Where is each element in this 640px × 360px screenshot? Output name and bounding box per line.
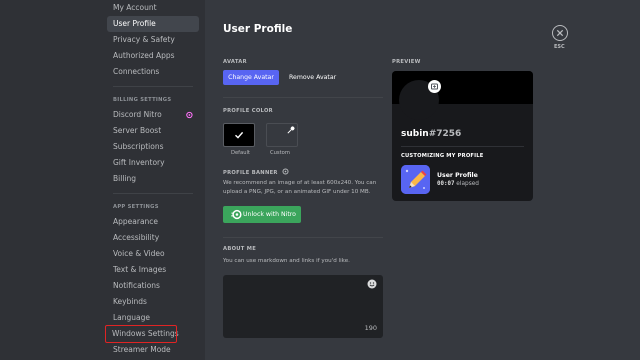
avatar-section-label: AVATAR — [223, 59, 247, 65]
sidebar-item-label: Privacy & Safety — [113, 35, 175, 44]
username: subin — [401, 129, 429, 139]
profile-banner-label-text: PROFILE BANNER — [223, 170, 278, 176]
color-swatch-default[interactable] — [223, 123, 255, 147]
sidebar-item-label: Appearance — [113, 217, 159, 226]
sidebar-item-label: User Profile — [113, 19, 156, 28]
sidebar-item-label: Streamer Mode — [113, 345, 171, 354]
sidebar-item-label: Discord Nitro — [113, 110, 162, 119]
sidebar-item-label: Authorized Apps — [113, 51, 175, 60]
custom-swatch-caption: Custom — [270, 150, 290, 156]
elapsed-label: elapsed — [456, 181, 479, 187]
sidebar-item-discord-nitro[interactable]: Discord Nitro — [107, 107, 199, 123]
user-tag: #7256 — [428, 129, 462, 139]
about-me-textarea[interactable]: 190 — [223, 275, 383, 338]
sidebar-item-authorized-apps[interactable]: Authorized Apps — [107, 48, 199, 64]
color-swatch-custom[interactable] — [266, 123, 298, 147]
sidebar-item-streamer-mode[interactable]: Streamer Mode — [107, 342, 199, 358]
profile-preview-card: subin#7256 CUSTOMIZING MY PROFILE User P… — [392, 71, 533, 201]
sidebar-item-label: Gift Inventory — [113, 158, 165, 167]
sidebar-separator — [113, 193, 193, 194]
profile-banner-description: We recommend an image of at least 600x24… — [223, 180, 377, 195]
close-button[interactable] — [552, 25, 568, 41]
sidebar-section-header: APP SETTINGS — [113, 204, 159, 210]
sidebar-item-label: Keybinds — [113, 297, 147, 306]
sidebar-item-label: Text & Images — [113, 265, 167, 274]
sidebar-item-label: Connections — [113, 67, 160, 76]
sidebar-item-my-account[interactable]: My Account — [107, 0, 199, 16]
sidebar-item-windows-settings[interactable]: Windows Settings — [105, 325, 179, 343]
sidebar-item-label: Language — [113, 313, 151, 322]
settings-nav: My Account User Profile Privacy & Safety Au… — [105, 0, 199, 360]
sidebar-item-keybinds[interactable]: Keybinds — [107, 294, 199, 310]
sidebar-item-gift-inventory[interactable]: Gift Inventory — [107, 155, 199, 171]
sidebar-item-privacy-safety[interactable]: Privacy & Safety — [107, 32, 199, 48]
profile-banner-label: PROFILE BANNER — [223, 168, 289, 176]
sidebar-item-label: Accessibility — [113, 233, 160, 242]
unlock-nitro-label: Unlock with Nitro — [243, 211, 296, 218]
activity-elapsed: 00:07 elapsed — [437, 181, 479, 187]
sidebar-separator — [113, 86, 193, 87]
sidebar-item-label: Notifications — [113, 281, 160, 290]
sidebar-item-appearance[interactable]: Appearance — [107, 214, 199, 230]
eyedropper-icon — [287, 126, 295, 134]
sidebar-item-subscriptions[interactable]: Subscriptions — [107, 139, 199, 155]
esc-label: ESC — [554, 44, 565, 50]
profile-color-label: PROFILE COLOR — [223, 108, 273, 114]
nitro-badge-icon — [282, 168, 289, 175]
settings-sidebar: My Account User Profile Privacy & Safety Au… — [0, 0, 205, 360]
nitro-icon — [231, 209, 242, 220]
page-title: User Profile — [223, 23, 293, 35]
remove-avatar-button[interactable]: Remove Avatar — [289, 70, 336, 85]
preview-label: PREVIEW — [392, 59, 421, 65]
character-counter: 190 — [364, 324, 377, 332]
close-icon — [556, 29, 564, 37]
about-me-hint: You can use markdown and links if you'd … — [223, 258, 350, 264]
sidebar-item-voice-video[interactable]: Voice & Video — [107, 246, 199, 262]
pencil-icon — [401, 165, 430, 194]
sidebar-item-label: Windows Settings — [112, 329, 179, 338]
sidebar-item-server-boost[interactable]: Server Boost — [107, 123, 199, 139]
checkmark-icon — [235, 131, 244, 139]
divider — [223, 97, 383, 98]
default-swatch-caption: Default — [231, 150, 250, 156]
change-avatar-button[interactable]: Change Avatar — [223, 70, 279, 85]
sidebar-item-billing[interactable]: Billing — [107, 171, 199, 187]
sidebar-item-label: Subscriptions — [113, 142, 164, 151]
elapsed-time: 00:07 — [437, 181, 455, 187]
divider — [223, 237, 383, 238]
sidebar-item-user-profile[interactable]: User Profile — [107, 16, 199, 32]
about-me-label: ABOUT ME — [223, 246, 257, 252]
emoji-icon[interactable] — [367, 279, 377, 289]
activity-icon — [401, 165, 430, 194]
sidebar-section-header: BILLING SETTINGS — [113, 97, 172, 103]
sidebar-item-connections[interactable]: Connections — [107, 64, 199, 80]
sidebar-item-notifications[interactable]: Notifications — [107, 278, 199, 294]
sidebar-item-text-images[interactable]: Text & Images — [107, 262, 199, 278]
customizing-heading: CUSTOMIZING MY PROFILE — [401, 153, 484, 159]
upload-image-icon[interactable] — [428, 80, 441, 93]
sidebar-item-accessibility[interactable]: Accessibility — [107, 230, 199, 246]
nitro-icon — [186, 111, 193, 119]
divider — [401, 146, 524, 147]
sidebar-item-label: Server Boost — [113, 126, 162, 135]
sidebar-item-label: My Account — [113, 3, 157, 12]
activity-title: User Profile — [437, 172, 478, 179]
unlock-nitro-button[interactable]: Unlock with Nitro — [223, 206, 301, 223]
sidebar-item-label: Billing — [113, 174, 136, 183]
sidebar-item-label: Voice & Video — [113, 249, 165, 258]
preview-username: subin#7256 — [401, 129, 461, 139]
sidebar-item-language[interactable]: Language — [107, 310, 199, 326]
image-plus-icon — [431, 83, 438, 90]
